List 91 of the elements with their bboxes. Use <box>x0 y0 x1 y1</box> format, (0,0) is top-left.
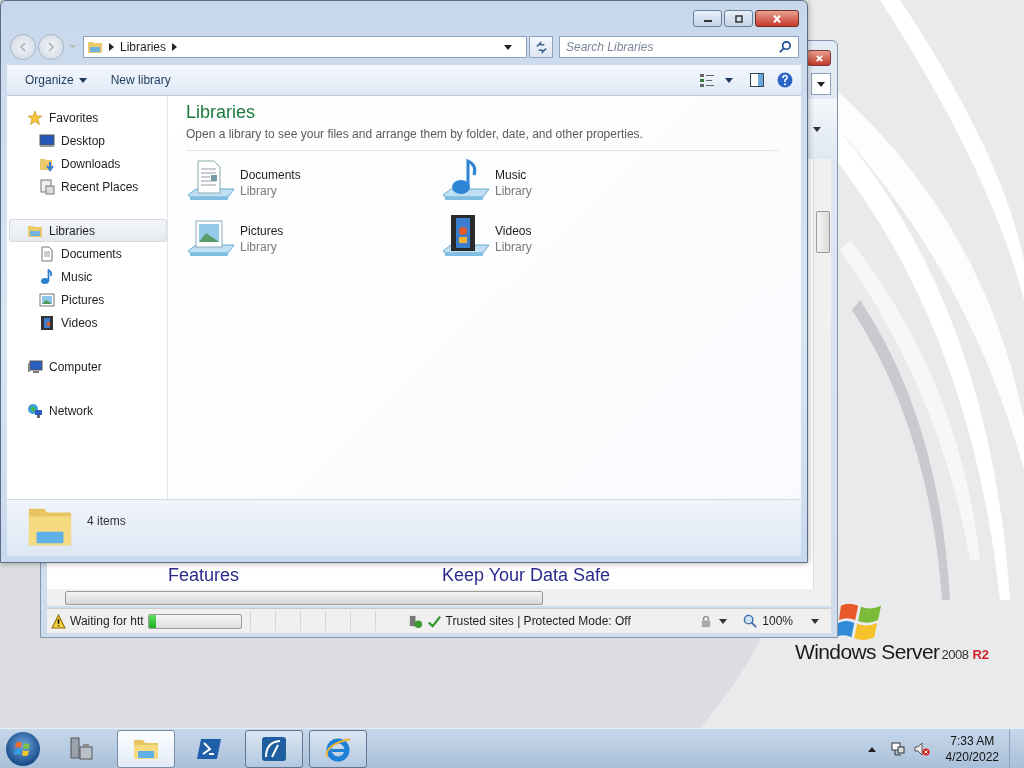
vertical-scrollbar[interactable] <box>813 159 831 589</box>
library-item[interactable]: Music Library <box>441 157 696 207</box>
maximize-icon <box>732 14 745 23</box>
page-heading: Features <box>168 565 241 587</box>
taskbar-button[interactable] <box>117 730 175 768</box>
caret-icon[interactable] <box>725 77 733 83</box>
close-button[interactable] <box>755 10 799 27</box>
start-button[interactable] <box>6 732 40 766</box>
nav-item[interactable]: Documents <box>9 242 167 265</box>
toolbar-button[interactable]: New library <box>102 70 179 90</box>
logo-edition: R2 <box>972 647 990 662</box>
server-icon <box>68 735 96 763</box>
caret-icon[interactable] <box>811 618 819 624</box>
library-item[interactable]: Videos Library <box>441 213 696 263</box>
clock[interactable]: 7:33 AM 4/20/2022 <box>945 733 999 765</box>
caret-icon <box>78 77 87 83</box>
documents-icon <box>39 245 55 262</box>
horizontal-scrollbar[interactable] <box>47 589 831 606</box>
warning-icon <box>51 613 66 629</box>
breadcrumb[interactable]: Libraries <box>120 40 167 54</box>
zone-text: Trusted sites | Protected Mode: Off <box>445 614 631 628</box>
caret-icon <box>817 81 825 87</box>
nav-item[interactable]: Videos <box>9 311 167 334</box>
nav-item[interactable]: Music <box>9 265 167 288</box>
star-icon <box>27 109 43 126</box>
flag-icon <box>13 739 33 759</box>
chevron-icon[interactable] <box>109 43 114 51</box>
network-icon[interactable] <box>889 741 906 757</box>
nav-item[interactable]: Recent Places <box>9 175 167 198</box>
library-icon <box>87 39 103 55</box>
library-name: Music <box>495 167 528 183</box>
zoom-icon[interactable] <box>743 613 759 629</box>
page-heading: Keep Your Data Safe <box>442 565 611 587</box>
caret-icon[interactable] <box>719 618 728 624</box>
computer-icon <box>27 358 43 375</box>
taskbar-button[interactable] <box>309 730 367 768</box>
library-type: Library <box>495 183 532 199</box>
library-name: Videos <box>495 223 532 239</box>
maximize-button[interactable] <box>724 10 753 27</box>
library-item[interactable]: Pictures Library <box>186 213 441 263</box>
gauge-icon <box>260 735 288 763</box>
close-icon <box>771 14 783 23</box>
volume-muted-icon[interactable] <box>913 741 930 757</box>
refresh-button[interactable] <box>529 36 553 58</box>
close-icon <box>814 53 824 63</box>
network-icon <box>27 402 43 419</box>
nav-item[interactable]: Network <box>9 399 167 422</box>
item-count: 4 items <box>87 514 126 528</box>
clock-time: 7:33 AM <box>950 733 995 749</box>
address-bar[interactable]: Libraries <box>83 36 527 58</box>
recent-icon <box>39 178 55 195</box>
search-field[interactable]: Search Libraries <box>559 36 799 58</box>
chevron-icon[interactable] <box>172 43 178 51</box>
library-item[interactable]: Documents Library <box>186 157 441 207</box>
toolbar-button[interactable]: Organize <box>17 70 95 90</box>
zoom-level[interactable]: 100% <box>762 614 793 628</box>
description-text: Open a library to see your files and arrange them by folder, date, and other properties. <box>186 127 779 151</box>
caret-icon[interactable] <box>504 44 512 50</box>
desktop-icon <box>39 132 55 149</box>
logo-wordmark: Windows Server <box>795 640 940 664</box>
close-button[interactable] <box>807 50 831 66</box>
tools-icon <box>407 613 423 629</box>
nav-item[interactable]: Downloads <box>9 152 167 175</box>
status-text: Waiting for htt <box>70 614 144 628</box>
logo-version: 2008 <box>941 647 969 662</box>
library-type: Library <box>240 183 278 199</box>
nav-item[interactable]: Favorites <box>9 106 167 129</box>
pictures-icon <box>39 291 55 308</box>
nav-item[interactable]: Desktop <box>9 129 167 152</box>
dropdown-button[interactable] <box>811 73 831 95</box>
caret-icon[interactable] <box>813 126 821 132</box>
library-type: Library <box>495 239 532 255</box>
preview-pane-icon[interactable] <box>749 72 765 88</box>
show-hidden-icons-icon[interactable] <box>867 746 876 752</box>
minimize-button[interactable] <box>693 10 722 27</box>
search-icon <box>779 40 792 53</box>
taskbar-button[interactable] <box>245 730 303 768</box>
nav-item[interactable]: Computer <box>9 355 167 378</box>
help-icon[interactable] <box>777 72 793 88</box>
checkmark-icon <box>426 613 442 629</box>
page-title: Libraries <box>186 102 257 123</box>
view-options-icon[interactable] <box>699 72 715 88</box>
ie-icon <box>324 735 352 763</box>
nav-item[interactable]: Pictures <box>9 288 167 311</box>
music-icon <box>39 268 55 285</box>
videos-icon <box>39 314 55 331</box>
library-name: Pictures <box>240 223 284 239</box>
library-name: Documents <box>240 167 301 183</box>
clock-date: 4/20/2022 <box>945 749 999 765</box>
library-type: Library <box>240 239 278 255</box>
nav-item[interactable]: Libraries <box>9 219 167 242</box>
